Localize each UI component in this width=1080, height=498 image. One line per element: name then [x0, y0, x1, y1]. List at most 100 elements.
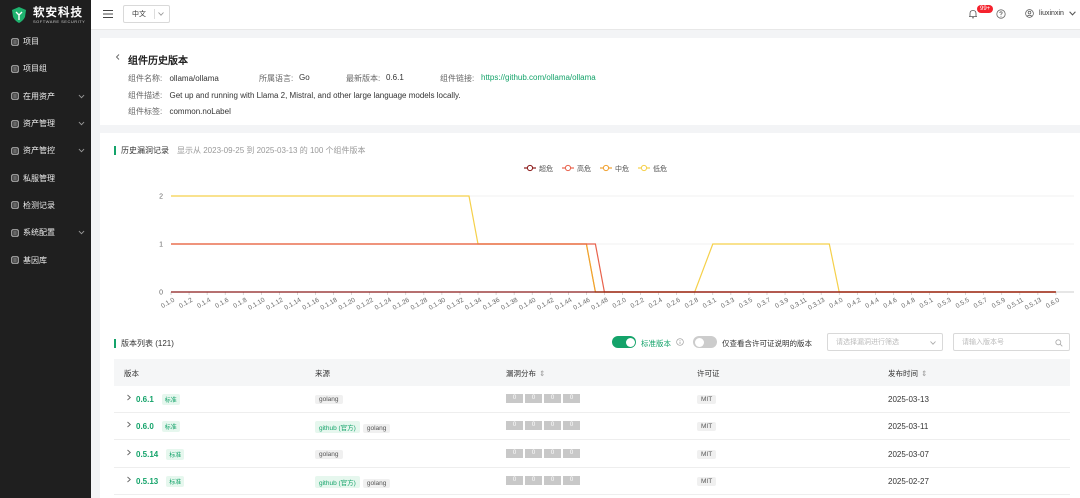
sidebar-item-label: 在用资产 [23, 91, 55, 101]
vuln-count: 0 [563, 448, 580, 458]
chevron-down-icon [78, 148, 85, 153]
sidebar-item-label: 项目 [23, 37, 39, 47]
series-line-中危 [171, 243, 1056, 293]
page-title: 组件历史版本 [128, 56, 188, 67]
chevron-down-icon [78, 94, 85, 98]
legend-marker[interactable] [640, 164, 648, 172]
language-value: 中文 [132, 11, 146, 18]
sidebar-item[interactable]: 检测记录 [0, 192, 91, 219]
table-row[interactable]: 0.6.1 标准 golang 0 0 0 0 MIT 2025-03-13 [114, 386, 1070, 413]
sidebar-item[interactable]: 系统配置 [0, 219, 91, 246]
chevron-down-icon [78, 230, 85, 235]
sidebar-item[interactable]: 项目 [0, 28, 91, 55]
version-number[interactable]: 0.6.1 [136, 395, 154, 404]
license-only-toggle[interactable] [693, 336, 717, 348]
sidebar-item[interactable]: 私服管理 [0, 164, 91, 191]
vuln-count: 0 [506, 475, 523, 485]
legend-marker[interactable] [564, 164, 572, 172]
vuln-filter-placeholder: 请选择漏洞进行筛选 [836, 339, 899, 346]
table-section-header: 版本列表 (121) [114, 338, 174, 349]
standard-tag: 标准 [166, 475, 185, 487]
logo-name: 软安科技 [33, 6, 83, 19]
x-tick-label: 0.2.0 [611, 296, 627, 309]
sidebar-item[interactable]: 在用资产 [0, 83, 91, 110]
sidebar-item[interactable]: 基因库 [0, 246, 91, 273]
col-version[interactable]: 版本 [124, 368, 139, 379]
vuln-distribution: 0000 [506, 474, 582, 485]
search-icon[interactable] [1055, 339, 1063, 347]
settings-icon [11, 229, 19, 237]
sidebar-item[interactable]: 资产管理 [0, 110, 91, 137]
sidebar-item[interactable]: 项目组 [0, 55, 91, 82]
expand-chevron-icon[interactable] [126, 476, 132, 485]
col-vuln[interactable]: 漏洞分布 ⇕ [506, 368, 545, 379]
x-tick-label: 0.1.6 [214, 296, 230, 309]
legend-label[interactable]: 超危 [539, 164, 553, 173]
version-search-input[interactable]: 请输入版本号 [953, 333, 1070, 351]
legend-label[interactable]: 中危 [615, 164, 629, 173]
vuln-count: 0 [525, 394, 542, 403]
version-number[interactable]: 0.6.0 [136, 422, 154, 431]
x-tick-label: 0.5.7 [973, 296, 989, 309]
standard-tag: 标准 [161, 394, 180, 405]
project-icon [11, 37, 19, 46]
legend-marker[interactable] [602, 164, 610, 172]
x-tick-label: 0.1.18 [319, 296, 338, 311]
vuln-count: 0 [544, 394, 561, 403]
x-tick-label: 0.2.2 [630, 296, 646, 309]
chevron-down-icon [930, 341, 936, 345]
x-tick-label: 0.6.0 [1045, 296, 1061, 309]
user-menu[interactable]: liuxinxin [1025, 9, 1076, 18]
logo[interactable]: 软安科技 SOFTWARE SECURITY [0, 0, 91, 30]
menu-toggle-icon[interactable] [103, 9, 113, 19]
back-arrow-icon[interactable] [114, 53, 122, 61]
standard-version-toggle[interactable] [612, 336, 636, 348]
expand-chevron-icon[interactable] [126, 449, 132, 458]
component-link[interactable]: https://github.com/ollama/ollama [481, 73, 596, 82]
col-source[interactable]: 来源 [315, 368, 330, 379]
x-tick-label: 0.1.2 [178, 296, 194, 309]
legend-label[interactable]: 低危 [653, 164, 667, 173]
x-tick-label: 0.1.4 [196, 296, 212, 309]
expand-chevron-icon[interactable] [126, 421, 132, 430]
x-tick-label: 0.1.40 [518, 296, 537, 311]
version-list-card: 版本列表 (121) 标准版本 仅查看含许可证说明的版本 请选择漏洞进行筛选 请… [100, 323, 1080, 498]
x-tick-label: 0.3.11 [789, 296, 808, 311]
vuln-distribution: 0000 [506, 392, 582, 403]
tag-label: 组件标签: [128, 107, 163, 116]
col-date[interactable]: 发布时间 ⇕ [888, 368, 927, 379]
sidebar-item[interactable]: 资产管控 [0, 137, 91, 164]
x-tick-label: 0.2.4 [648, 296, 664, 309]
info-icon[interactable] [676, 338, 684, 346]
standard-tag: 标准 [161, 421, 180, 433]
source-tag: golang [362, 478, 391, 488]
x-tick-label: 0.1.42 [536, 296, 555, 311]
vuln-count: 0 [525, 421, 542, 431]
col-license[interactable]: 许可证 [697, 368, 720, 379]
standard-tag: 标准 [166, 448, 185, 460]
x-tick-label: 0.1.36 [482, 296, 501, 311]
table-row[interactable]: 0.6.0 标准 github (官方) golang 0 0 0 0 MIT 2025-03-1… [114, 413, 1070, 441]
vuln-count: 0 [544, 421, 561, 431]
asset-control-icon [11, 147, 19, 155]
x-tick-label: 0.5.1 [918, 296, 934, 309]
vuln-filter-select[interactable]: 请选择漏洞进行筛选 [827, 333, 943, 351]
language-select[interactable]: 中文 [123, 5, 170, 23]
help-icon[interactable] [996, 9, 1006, 19]
license-tag: MIT [697, 449, 717, 459]
vuln-count: 0 [525, 448, 542, 458]
vuln-history-card: 历史漏洞记录 显示从 2023-09-25 到 2025-03-13 的 100… [100, 133, 1080, 323]
x-tick-label: 0.1.28 [410, 296, 429, 311]
version-number[interactable]: 0.5.13 [136, 477, 158, 486]
legend-label[interactable]: 高危 [577, 164, 591, 173]
version-number[interactable]: 0.5.14 [136, 450, 158, 459]
legend-marker[interactable] [526, 164, 534, 172]
series-line-高危 [171, 243, 1056, 293]
x-tick-label: 0.3.3 [720, 296, 736, 309]
expand-chevron-icon[interactable] [126, 394, 132, 403]
table-row[interactable]: 0.5.13 标准 github (官方) golang 0 0 0 0 MIT 2025-02-… [114, 468, 1070, 495]
sidebar-nav: 项目项目组在用资产资产管理 资产管控 私服管理 检测记录 系统配置 基因库 [0, 28, 91, 274]
chevron-down-icon [158, 12, 164, 16]
table-row[interactable]: 0.5.14 标准 golang 0 0 0 0 MIT 2025-03-07 [114, 441, 1070, 468]
y-tick-label: 1 [159, 242, 163, 249]
